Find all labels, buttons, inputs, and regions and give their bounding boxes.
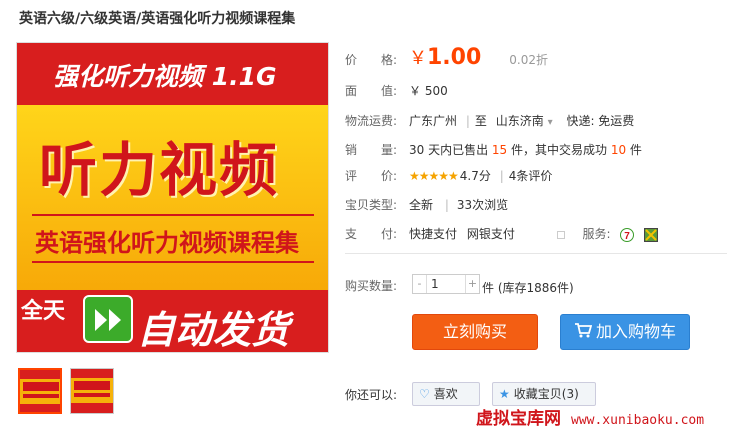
pay-more-icon[interactable]: [556, 230, 565, 239]
sales-count: 15: [491, 143, 508, 157]
image-big-text: 听力视频: [39, 136, 280, 204]
watermark-url: www.xunibaoku.com: [571, 413, 705, 428]
sales-success-count: 10: [610, 143, 627, 157]
type-separator: |: [444, 198, 449, 212]
pay-label: 支 付:: [345, 227, 398, 241]
watermark-cn: 虚拟宝库网: [476, 409, 561, 429]
qty-minus-button[interactable]: -: [413, 275, 427, 293]
price-row: 价 格: ￥1.00 0.02折: [345, 44, 548, 70]
price-label: 价 格:: [345, 53, 398, 67]
svg-text:7: 7: [625, 231, 631, 242]
shipping-label: 物流运费:: [345, 114, 398, 128]
shipping-row: 物流运费: 广东广州 | 至 山东济南 ▾ 快递: 免运费: [345, 112, 634, 129]
pay-method-bank: 网银支付: [466, 227, 515, 241]
sales-label: 销 量:: [345, 143, 398, 157]
ship-separator: |: [465, 114, 470, 128]
sales-text-post: 件: [626, 143, 642, 157]
add-to-cart-button[interactable]: 加入购物车: [560, 314, 690, 350]
ship-to-select[interactable]: 山东济南 ▾: [496, 114, 553, 128]
site-watermark: 虚拟宝库网 www.xunibaoku.com: [476, 404, 704, 429]
rating-score: 4.7分: [459, 169, 491, 183]
buy-now-button[interactable]: 立刻购买: [412, 314, 538, 350]
ship-from: 广东广州: [409, 114, 458, 128]
rating-stars-icon: ★★★★★: [409, 169, 459, 183]
ship-to-value: 山东济南: [495, 114, 544, 128]
discount-text: 0.02折: [509, 53, 549, 67]
shipping-cost: 快递: 免运费: [566, 114, 635, 128]
product-title: 英语六级/六级英语/英语强化听力视频课程集: [19, 11, 296, 27]
price-symbol: ￥: [409, 48, 427, 69]
image-all-day-text: 全天: [21, 299, 66, 324]
quantity-row: 购买数量:: [345, 277, 409, 294]
sales-row: 销 量: 30 天内已售出 15 件，其中交易成功 10 件: [345, 141, 642, 158]
sales-text-pre: 30 天内已售出: [409, 143, 492, 157]
product-main-image[interactable]: 强化听力视频 1.1G 听力视频 英语强化听力视频课程集 全天 自动发货: [16, 42, 329, 353]
rating-label: 评 价:: [345, 169, 398, 183]
face-value-row: 面 值: ￥ 500: [345, 82, 448, 99]
payment-row: 支 付: 快捷支付 网银支付 服务: 7: [345, 225, 659, 242]
qty-plus-button[interactable]: +: [465, 275, 479, 293]
reviews-link[interactable]: 4条评价: [509, 169, 553, 183]
also-label: 你还可以:: [345, 388, 398, 402]
type-label: 宝贝类型:: [345, 198, 398, 212]
stock-text: 件 (库存1886件): [482, 281, 574, 295]
face-value: ￥ 500: [409, 84, 448, 98]
ship-to-word: 至: [474, 114, 487, 128]
image-rule-top: [32, 214, 314, 216]
rating-row: 评 价: ★★★★★ 4.7分 | 4条评价: [345, 167, 552, 184]
chevron-down-icon: ▾: [547, 117, 553, 128]
buy-now-label: 立刻购买: [442, 322, 507, 341]
condition-value: 全新: [409, 198, 434, 212]
image-banner-text: 强化听力视频 1.1G: [53, 62, 277, 91]
service-label: 服务:: [582, 227, 611, 241]
image-top-banner: 强化听力视频 1.1G: [17, 43, 328, 105]
favorite-button[interactable]: ★ 收藏宝贝(3): [492, 382, 596, 406]
add-to-cart-label: 加入购物车: [595, 322, 676, 341]
sales-text-mid: 件，其中交易成功: [507, 143, 611, 157]
type-row: 宝贝类型: 全新 | 33次浏览: [345, 196, 508, 213]
price-value: 1.00: [427, 45, 482, 70]
image-rule-bottom: [32, 261, 314, 263]
thumbnail-2[interactable]: [70, 368, 114, 414]
qty-label: 购买数量:: [345, 279, 398, 293]
star-icon: ★: [499, 387, 510, 401]
qty-input[interactable]: 1: [431, 277, 439, 291]
cart-icon: [574, 316, 593, 350]
image-auto-ship-text: 自动发货: [137, 308, 290, 352]
quantity-stepper[interactable]: - 1 +: [412, 274, 480, 294]
image-sub-text: 英语强化听力视频课程集: [35, 229, 299, 257]
thumbnail-1[interactable]: [18, 368, 62, 414]
like-button[interactable]: ♡ 喜欢: [412, 382, 480, 406]
pay-method-quick: 快捷支付: [409, 227, 458, 241]
play-bag-icon: [83, 295, 133, 343]
views-count: 33次浏览: [456, 198, 509, 212]
favorite-label: 收藏宝贝(3): [513, 387, 579, 401]
face-value-label: 面 值:: [345, 84, 398, 98]
guarantee-icon[interactable]: [644, 227, 659, 242]
like-label: 喜欢: [433, 387, 458, 401]
heart-icon: ♡: [419, 387, 430, 401]
info-divider: [345, 253, 727, 254]
seven-day-return-icon[interactable]: 7: [620, 227, 635, 242]
rating-separator: |: [499, 169, 504, 183]
